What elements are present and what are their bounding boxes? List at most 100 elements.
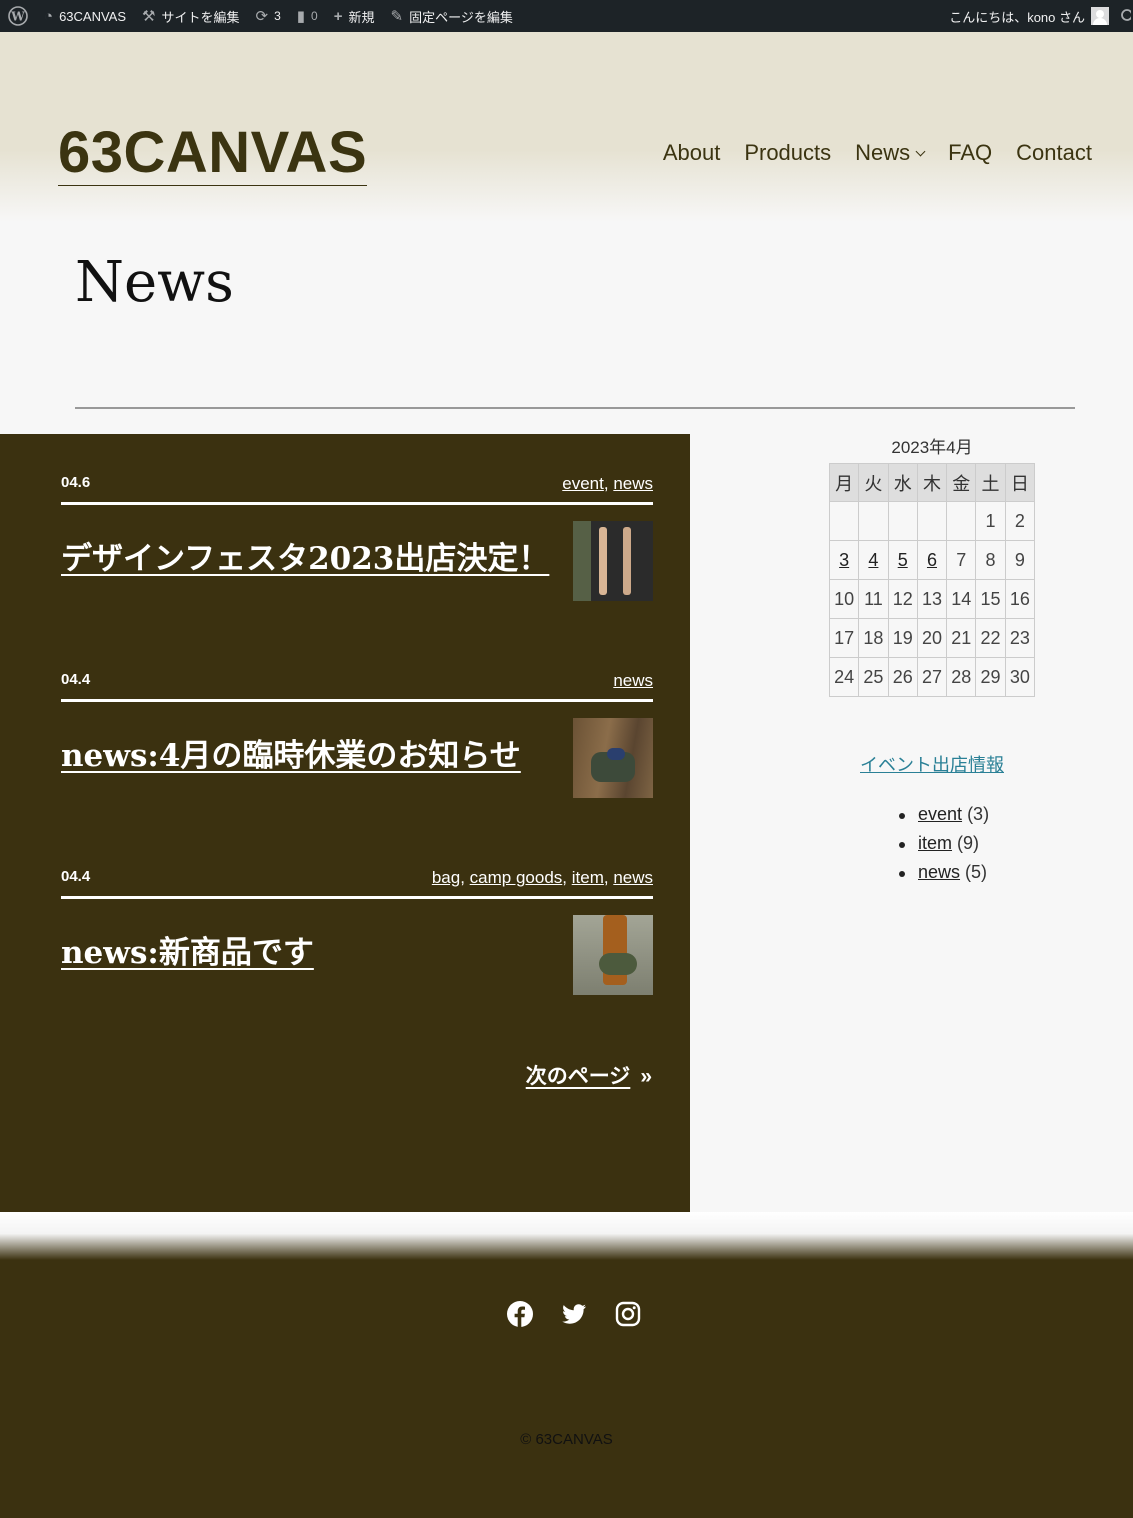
twitter-icon[interactable]	[561, 1301, 587, 1327]
calendar-empty-cell	[858, 501, 889, 541]
post-categories: bag, camp goods, item, news	[431, 868, 653, 887]
nav-item-contact[interactable]: Contact	[1016, 140, 1092, 166]
category-link[interactable]: news	[613, 474, 653, 493]
calendar-day: 9	[1004, 540, 1036, 580]
calendar-day: 26	[887, 657, 918, 697]
calendar-week-row: 12	[828, 501, 1036, 541]
avatar	[1091, 7, 1109, 25]
calendar-day: 30	[1004, 657, 1036, 697]
footer-fade	[0, 1212, 1133, 1260]
post-thumbnail[interactable]	[573, 915, 653, 995]
list-item: news (5)	[899, 862, 989, 891]
site-title-link[interactable]: 63CANVAS	[58, 124, 368, 186]
post-date: 04.4	[61, 671, 91, 688]
calendar-day: 10	[828, 579, 860, 619]
calendar-day: 29	[975, 657, 1006, 697]
post-item: 04.4 news news:4月の臨時休業のお知らせ	[61, 671, 653, 802]
calendar-week-row: 24 25 26 27 28 29 30	[828, 657, 1036, 697]
calendar-weekday: 木	[916, 463, 948, 502]
category-link[interactable]: item	[918, 833, 952, 853]
calendar-weekday: 月	[828, 463, 860, 502]
site-footer: © 63CANVAS	[0, 1260, 1133, 1518]
post-title-link[interactable]: デザインフェスタ2023出店決定！	[61, 533, 549, 578]
calendar-day: 1	[975, 501, 1006, 541]
instagram-icon[interactable]	[615, 1301, 641, 1327]
next-page-link[interactable]: 次のページ»	[526, 1060, 652, 1090]
nav-item-products[interactable]: Products	[744, 140, 831, 166]
post-item: 04.6 event, news デザインフェスタ2023出店決定！	[61, 474, 653, 605]
calendar-weekday: 土	[975, 463, 1006, 502]
facebook-icon[interactable]	[507, 1301, 533, 1327]
copyright-text: © 63CANVAS	[520, 1431, 613, 1448]
calendar-empty-cell	[887, 501, 918, 541]
title-divider	[75, 407, 1075, 409]
calendar-day[interactable]: 6	[916, 540, 948, 580]
social-links	[507, 1301, 641, 1327]
calendar-day: 22	[975, 618, 1006, 658]
calendar-day: 21	[946, 618, 977, 658]
category-link[interactable]: news	[918, 862, 960, 882]
post-title-link[interactable]: news:4月の臨時休業のお知らせ	[61, 730, 521, 775]
updates-button[interactable]: ⟳ 3	[248, 0, 289, 32]
account-menu[interactable]: こんにちは、kono さん	[941, 0, 1117, 32]
calendar-day: 19	[887, 618, 918, 658]
nav-item-about[interactable]: About	[663, 140, 721, 166]
calendar-day: 28	[946, 657, 977, 697]
list-item: item (9)	[899, 833, 989, 862]
post-thumbnail[interactable]	[573, 521, 653, 601]
calendar-week-row: 3456789	[828, 540, 1036, 580]
post-title-link[interactable]: news:新商品です	[61, 927, 314, 972]
search-icon	[1121, 9, 1131, 21]
refresh-icon: ⟳	[255, 7, 269, 25]
post-categories: news	[613, 671, 653, 691]
edit-site-button[interactable]: ⚒ サイトを編集	[134, 0, 247, 32]
calendar-weekday: 水	[887, 463, 918, 502]
plus-icon: +	[333, 7, 343, 25]
calendar-day[interactable]: 5	[887, 540, 918, 580]
post-date: 04.6	[61, 474, 91, 491]
double-arrow-right-icon: »	[640, 1065, 652, 1088]
calendar-day: 14	[946, 579, 977, 619]
calendar-day: 16	[1004, 579, 1036, 619]
admin-search-button[interactable]	[1117, 0, 1133, 32]
calendar-weekday: 火	[858, 463, 889, 502]
category-count: (9)	[957, 833, 980, 853]
list-item: event (3)	[899, 804, 989, 833]
category-count: (5)	[965, 862, 988, 882]
category-link[interactable]: item	[572, 868, 604, 887]
new-content-button[interactable]: + 新規	[326, 0, 383, 32]
category-link[interactable]: event	[918, 804, 962, 824]
wordpress-logo-button[interactable]: W	[0, 0, 36, 32]
nav-item-news[interactable]: News	[855, 140, 926, 166]
chevron-down-icon	[915, 146, 926, 156]
wordpress-icon: W	[8, 6, 28, 26]
dashboard-icon: ◔	[44, 7, 54, 25]
calendar-day: 20	[916, 618, 948, 658]
site-header: 63CANVAS About Products News FAQ Contact	[0, 32, 1133, 222]
post-categories: event, news	[562, 474, 653, 493]
calendar-day: 23	[1004, 618, 1036, 658]
comment-icon: ▮	[296, 7, 306, 25]
calendar-day: 17	[828, 618, 860, 658]
calendar-day: 15	[975, 579, 1006, 619]
edit-page-button[interactable]: ✎ 固定ページを編集	[383, 0, 521, 32]
category-link[interactable]: bag	[432, 868, 460, 887]
calendar-weekday: 金	[946, 463, 977, 502]
event-info-link[interactable]: イベント出店情報	[860, 751, 1004, 777]
calendar-day: 25	[858, 657, 889, 697]
calendar-day: 13	[916, 579, 948, 619]
comments-button[interactable]: ▮ 0	[289, 0, 326, 32]
category-link[interactable]: event	[562, 474, 604, 493]
primary-nav: About Products News FAQ Contact	[663, 140, 1092, 166]
calendar-day: 8	[975, 540, 1006, 580]
post-thumbnail[interactable]	[573, 718, 653, 798]
category-link[interactable]: camp goods	[470, 868, 563, 887]
calendar-day[interactable]: 3	[828, 540, 860, 580]
category-link[interactable]: news	[613, 868, 653, 887]
calendar-empty-cell	[916, 501, 948, 541]
calendar-day[interactable]: 4	[858, 540, 889, 580]
calendar-day: 2	[1004, 501, 1036, 541]
admin-site-name-button[interactable]: ◔ 63CANVAS	[36, 0, 134, 32]
nav-item-faq[interactable]: FAQ	[948, 140, 992, 166]
category-link[interactable]: news	[613, 671, 653, 690]
